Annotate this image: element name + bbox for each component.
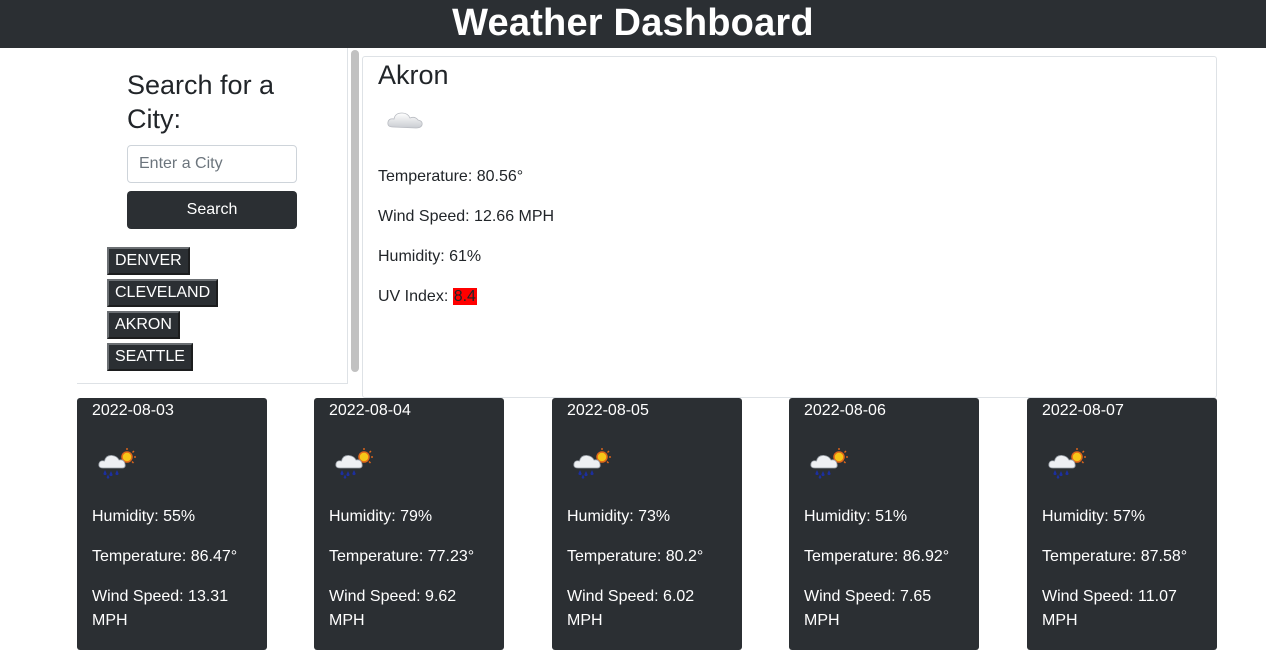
uv-label: UV Index: [378, 288, 453, 305]
forecast-wind: Wind Speed: 9.62 MPH [329, 588, 457, 629]
history-button-denver[interactable]: DENVER [107, 247, 190, 275]
rain-sun-icon [335, 448, 373, 479]
forecast-humidity: Humidity: 55% [92, 508, 196, 525]
forecast-date: 2022-08-03 [92, 402, 174, 419]
rain-sun-icon [98, 448, 136, 479]
forecast-temperature: Temperature: 86.92° [804, 548, 950, 565]
forecast-wind: Wind Speed: 6.02 MPH [567, 588, 695, 629]
current-temperature: Temperature: 80.56° [378, 168, 524, 185]
cloud-icon [387, 112, 423, 129]
forecast-temperature: Temperature: 87.58° [1042, 548, 1188, 565]
current-weather-panel: Akron Temperature: 80.56° Wind Speed: 12… [362, 56, 1217, 398]
sidebar-scrollbar[interactable] [351, 50, 359, 372]
forecast-card: 2022-08-05 Humidity: 73% Temperature: 80… [552, 398, 742, 650]
forecast-date: 2022-08-07 [1042, 402, 1124, 419]
forecast-temperature: Temperature: 80.2° [567, 548, 704, 565]
search-history: DENVER CLEVELAND AKRON SEATTLE [107, 247, 219, 375]
forecast-wind: Wind Speed: 11.07 MPH [1042, 588, 1177, 629]
forecast-humidity: Humidity: 57% [1042, 508, 1146, 525]
current-city-name: Akron [378, 60, 449, 90]
forecast-card: 2022-08-06 Humidity: 51% Temperature: 86… [789, 398, 979, 650]
page-title: Weather Dashboard [452, 2, 814, 44]
rain-sun-icon [810, 448, 848, 479]
forecast-date: 2022-08-04 [329, 402, 411, 419]
rain-sun-icon [1048, 448, 1086, 479]
history-button-seattle[interactable]: SEATTLE [107, 343, 193, 371]
search-heading: Search for a City: [127, 70, 275, 134]
current-wind: Wind Speed: 12.66 MPH [378, 208, 555, 225]
forecast-temperature: Temperature: 86.47° [92, 548, 238, 565]
uv-badge: 8.4 [452, 288, 477, 305]
forecast-humidity: Humidity: 51% [804, 508, 908, 525]
forecast-humidity: Humidity: 73% [567, 508, 671, 525]
forecast-card: 2022-08-03 Humidity: 55% Temperature: 86… [77, 398, 267, 650]
header-bar: Weather Dashboard [0, 0, 1266, 48]
forecast-date: 2022-08-06 [804, 402, 886, 419]
forecast-temperature: Temperature: 77.23° [329, 548, 475, 565]
history-button-akron[interactable]: AKRON [107, 311, 180, 339]
forecast-humidity: Humidity: 79% [329, 508, 433, 525]
search-form: Search for a City: Search [127, 68, 327, 229]
current-uv: UV Index: 8.4 [378, 288, 477, 306]
forecast-date: 2022-08-05 [567, 402, 649, 419]
history-button-cleveland[interactable]: CLEVELAND [107, 279, 219, 307]
forecast-card: 2022-08-04 Humidity: 79% Temperature: 77… [314, 398, 504, 650]
forecast-wind: Wind Speed: 13.31 MPH [92, 588, 229, 629]
city-search-input[interactable] [127, 145, 297, 183]
forecast-card: 2022-08-07 Humidity: 57% Temperature: 87… [1027, 398, 1217, 650]
rain-sun-icon [573, 448, 611, 479]
forecast-wind: Wind Speed: 7.65 MPH [804, 588, 932, 629]
current-humidity: Humidity: 61% [378, 248, 482, 265]
search-sidebar: Search for a City: Search DENVER CLEVELA… [77, 48, 348, 384]
search-button[interactable]: Search [127, 191, 297, 229]
